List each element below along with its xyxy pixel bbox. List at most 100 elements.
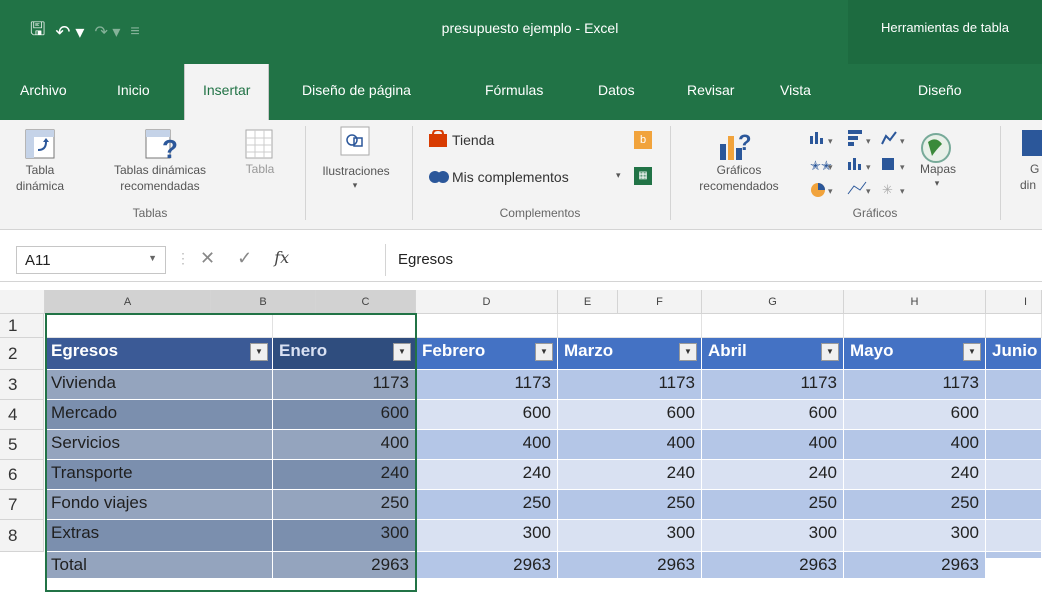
value-cell[interactable]: 240: [702, 460, 844, 490]
row-header-1[interactable]: 1: [0, 314, 44, 338]
value-cell[interactable]: 250: [416, 490, 558, 520]
recommended-pivot-icon[interactable]: ?: [142, 128, 178, 160]
value-cell[interactable]: [986, 460, 1042, 490]
table-header-cell[interactable]: Junio: [986, 338, 1042, 370]
row-label-cell[interactable]: Servicios: [45, 430, 273, 460]
row-label-cell[interactable]: Extras: [45, 520, 273, 552]
value-cell[interactable]: 1173: [558, 370, 702, 400]
tab-formulas[interactable]: Fórmulas: [485, 82, 543, 98]
row-label-cell[interactable]: Vivienda: [45, 370, 273, 400]
my-addins-icon[interactable]: [428, 168, 450, 186]
table-icon[interactable]: [244, 128, 274, 160]
row-label-cell[interactable]: Total: [45, 552, 273, 579]
row-header-5[interactable]: 5: [0, 430, 44, 460]
filter-dropdown-icon[interactable]: ▼: [535, 343, 553, 361]
value-cell[interactable]: 1173: [844, 370, 986, 400]
empty-cell[interactable]: [416, 314, 558, 338]
col-header-g[interactable]: G: [702, 290, 844, 314]
select-all-corner[interactable]: [0, 290, 45, 314]
row-header-3[interactable]: 3: [0, 370, 44, 400]
col-header-c[interactable]: C: [316, 290, 416, 314]
value-cell[interactable]: [986, 520, 1042, 552]
value-cell[interactable]: 300: [273, 520, 416, 552]
value-cell[interactable]: 600: [702, 400, 844, 430]
value-cell[interactable]: 2963: [702, 552, 844, 579]
filter-dropdown-icon[interactable]: ▼: [250, 343, 268, 361]
value-cell[interactable]: 240: [416, 460, 558, 490]
pivot-table-label[interactable]: Tabla dinámica: [2, 162, 78, 194]
tab-archivo[interactable]: Archivo: [20, 82, 67, 98]
row-label-cell[interactable]: Mercado: [45, 400, 273, 430]
value-cell[interactable]: 400: [273, 430, 416, 460]
tab-revisar[interactable]: Revisar: [687, 82, 734, 98]
illustrations-icon[interactable]: [340, 126, 370, 156]
chevron-down-icon[interactable]: ▾: [350, 180, 360, 191]
tab-vista[interactable]: Vista: [780, 82, 811, 98]
people-graph-icon[interactable]: ▦: [634, 167, 652, 185]
col-header-e[interactable]: E: [558, 290, 618, 314]
row-header-7[interactable]: 7: [0, 490, 44, 520]
chevron-down-icon[interactable]: ▼: [148, 253, 157, 263]
row-label-cell[interactable]: Fondo viajes: [45, 490, 273, 520]
store-label[interactable]: Tienda: [452, 132, 494, 148]
col-header-d[interactable]: D: [416, 290, 558, 314]
value-cell[interactable]: 400: [558, 430, 702, 460]
value-cell[interactable]: 2963: [273, 552, 416, 579]
value-cell[interactable]: [986, 490, 1042, 520]
worksheet-grid[interactable]: A B C D E F G H I 1 2 3 4 5 6 7 8 Egresos ▼ Enero ▼…: [0, 290, 1042, 592]
name-box[interactable]: A11 ▼: [16, 246, 166, 274]
value-cell[interactable]: [986, 552, 1042, 559]
value-cell[interactable]: [986, 400, 1042, 430]
tab-diseno[interactable]: Diseño: [918, 82, 962, 98]
pivot-chart-label-fragment-2[interactable]: din: [1020, 178, 1036, 192]
pivot-table-icon[interactable]: [24, 128, 56, 160]
value-cell[interactable]: 300: [558, 520, 702, 552]
filter-dropdown-icon[interactable]: ▼: [821, 343, 839, 361]
value-cell[interactable]: 600: [273, 400, 416, 430]
value-cell[interactable]: 240: [273, 460, 416, 490]
value-cell[interactable]: [986, 370, 1042, 400]
value-cell[interactable]: 250: [273, 490, 416, 520]
col-header-b[interactable]: B: [211, 290, 316, 314]
empty-cell[interactable]: [273, 314, 416, 338]
customize-toolbar-icon[interactable]: ≡: [130, 23, 139, 41]
value-cell[interactable]: 400: [702, 430, 844, 460]
recommended-charts-icon[interactable]: ?: [718, 128, 754, 162]
empty-cell[interactable]: [986, 314, 1042, 338]
tab-datos[interactable]: Datos: [598, 82, 635, 98]
row-header-6[interactable]: 6: [0, 460, 44, 490]
tab-diseno-pagina[interactable]: Diseño de página: [302, 82, 411, 98]
formula-input[interactable]: Egresos: [385, 244, 1042, 276]
empty-cell[interactable]: [844, 314, 986, 338]
value-cell[interactable]: 1173: [416, 370, 558, 400]
row-header-8[interactable]: 8: [0, 520, 44, 552]
table-header-cell[interactable]: Enero ▼: [273, 338, 416, 370]
tab-insertar[interactable]: Insertar: [184, 64, 270, 122]
empty-cell[interactable]: [558, 314, 702, 338]
value-cell[interactable]: 1173: [273, 370, 416, 400]
value-cell[interactable]: 2963: [844, 552, 986, 579]
illustrations-label[interactable]: Ilustraciones: [308, 164, 404, 178]
value-cell[interactable]: 240: [558, 460, 702, 490]
table-header-cell[interactable]: Egresos ▼: [45, 338, 273, 370]
value-cell[interactable]: 600: [558, 400, 702, 430]
value-cell[interactable]: 300: [702, 520, 844, 552]
save-icon[interactable]: 🖫: [30, 17, 45, 47]
value-cell[interactable]: 1173: [702, 370, 844, 400]
col-header-i[interactable]: I: [986, 290, 1042, 314]
store-icon[interactable]: [428, 130, 448, 148]
undo-icon[interactable]: ↶ ▾: [55, 22, 84, 43]
bing-icon[interactable]: b: [634, 131, 652, 149]
row-header-2[interactable]: 2: [0, 338, 44, 370]
value-cell[interactable]: 240: [844, 460, 986, 490]
empty-cell[interactable]: [702, 314, 844, 338]
value-cell[interactable]: 300: [844, 520, 986, 552]
redo-icon[interactable]: ↷ ▾: [94, 22, 120, 42]
table-header-cell[interactable]: Mayo ▼: [844, 338, 986, 370]
value-cell[interactable]: 250: [844, 490, 986, 520]
value-cell[interactable]: 2963: [558, 552, 702, 579]
value-cell[interactable]: 600: [416, 400, 558, 430]
value-cell[interactable]: 2963: [416, 552, 558, 579]
table-header-cell[interactable]: Abril ▼: [702, 338, 844, 370]
col-header-f[interactable]: F: [618, 290, 702, 314]
